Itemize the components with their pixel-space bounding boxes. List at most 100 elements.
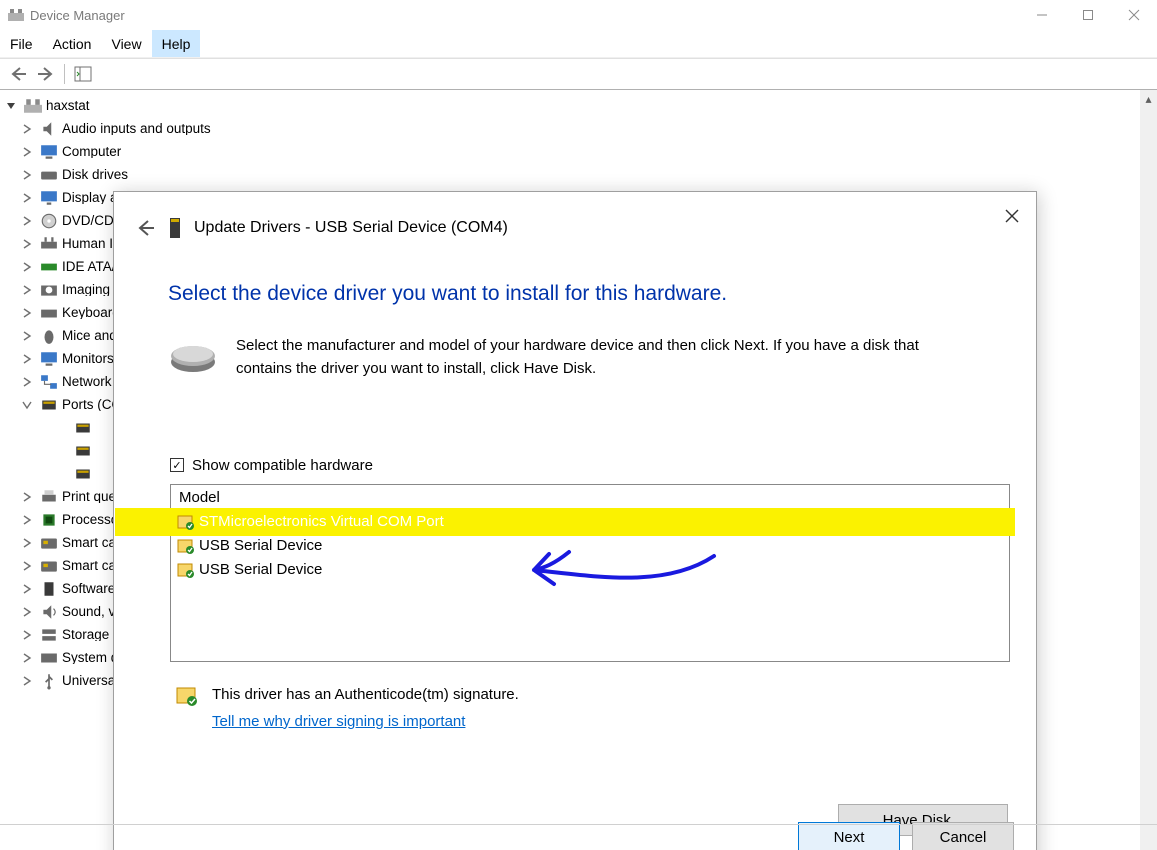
port-icon xyxy=(74,466,92,482)
dialog-back-button[interactable] xyxy=(134,217,156,239)
chevron-right-icon[interactable] xyxy=(22,146,34,158)
tree-item[interactable]: Disk drives xyxy=(2,163,1147,186)
menu-help[interactable]: Help xyxy=(152,30,201,57)
storage-icon xyxy=(40,627,58,643)
system-icon xyxy=(40,650,58,666)
maximize-button[interactable] xyxy=(1065,0,1111,30)
checkbox-icon: ✓ xyxy=(170,458,184,472)
chevron-right-icon[interactable] xyxy=(22,583,34,595)
computer-icon xyxy=(24,98,42,114)
chevron-right-icon[interactable] xyxy=(22,169,34,181)
chevron-right-icon[interactable] xyxy=(22,261,34,273)
model-item-selected[interactable]: STMicroelectronics Virtual COM Port xyxy=(171,510,1009,534)
tree-item[interactable]: Audio inputs and outputs xyxy=(2,117,1147,140)
disk-icon xyxy=(40,167,58,183)
window-title: Device Manager xyxy=(30,8,125,23)
driver-signed-icon xyxy=(176,686,198,706)
back-button[interactable] xyxy=(6,62,30,86)
sound-icon xyxy=(40,604,58,620)
chevron-right-icon[interactable] xyxy=(22,606,34,618)
chevron-right-icon[interactable] xyxy=(22,537,34,549)
smartcard-icon xyxy=(40,535,58,551)
chevron-right-icon[interactable] xyxy=(22,215,34,227)
signature-text: This driver has an Authenticode(tm) sign… xyxy=(212,686,519,703)
menu-view[interactable]: View xyxy=(101,30,151,57)
dialog-heading: Select the device driver you want to ins… xyxy=(114,240,1036,306)
chevron-right-icon[interactable] xyxy=(22,376,34,388)
chevron-right-icon[interactable] xyxy=(22,123,34,135)
software-icon xyxy=(40,581,58,597)
model-label: STMicroelectronics Virtual COM Port xyxy=(199,513,444,530)
model-label: USB Serial Device xyxy=(199,537,322,554)
dvd-icon xyxy=(40,213,58,229)
usb-icon xyxy=(40,673,58,689)
menu-action[interactable]: Action xyxy=(43,30,102,57)
tree-scrollbar[interactable]: ▴ xyxy=(1140,90,1157,850)
port-icon xyxy=(74,443,92,459)
tree-root[interactable]: haxstat xyxy=(2,94,1157,117)
update-driver-dialog: Update Drivers - USB Serial Device (COM4… xyxy=(113,191,1037,850)
chevron-right-icon[interactable] xyxy=(22,353,34,365)
chevron-right-icon[interactable] xyxy=(22,238,34,250)
device-manager-window: Device Manager File Action View Help hax… xyxy=(0,0,1157,850)
printer-icon xyxy=(40,489,58,505)
scroll-up-icon[interactable]: ▴ xyxy=(1140,90,1157,107)
tree-root-label: haxstat xyxy=(46,99,90,113)
tree-item-label: Disk drives xyxy=(62,168,128,182)
statusbar xyxy=(0,824,1157,850)
show-hide-button[interactable] xyxy=(71,62,95,86)
chevron-right-icon[interactable] xyxy=(22,560,34,572)
chevron-right-icon[interactable] xyxy=(22,399,34,411)
signing-info-link[interactable]: Tell me why driver signing is important xyxy=(212,713,519,730)
tree-item[interactable]: Computer xyxy=(2,140,1147,163)
chevron-right-icon[interactable] xyxy=(22,192,34,204)
port-icon xyxy=(40,397,58,413)
chevron-right-icon[interactable] xyxy=(22,514,34,526)
minimize-button[interactable] xyxy=(1019,0,1065,30)
tree-item-label: Audio inputs and outputs xyxy=(62,122,211,136)
hid-icon xyxy=(40,236,58,252)
ide-icon xyxy=(40,259,58,275)
hardware-icon xyxy=(168,334,218,374)
chevron-right-icon[interactable] xyxy=(22,330,34,342)
show-compatible-label: Show compatible hardware xyxy=(192,457,373,474)
audio-icon xyxy=(40,121,58,137)
forward-button[interactable] xyxy=(34,62,58,86)
chevron-right-icon[interactable] xyxy=(22,675,34,687)
tree-item-label: Monitors xyxy=(62,352,114,366)
model-column-header: Model xyxy=(171,485,1009,510)
content-area: haxstat Audio inputs and outputs Computer… xyxy=(0,90,1157,850)
model-item[interactable]: USB Serial Device xyxy=(171,534,1009,558)
driver-signed-icon xyxy=(177,562,195,578)
driver-signed-icon xyxy=(177,514,195,530)
model-item[interactable]: USB Serial Device xyxy=(171,558,1009,582)
device-icon xyxy=(166,216,184,240)
network-icon xyxy=(40,374,58,390)
mouse-icon xyxy=(40,328,58,344)
tree-item-label: Computer xyxy=(62,145,121,159)
dialog-close-button[interactable] xyxy=(1000,204,1024,228)
toolbar-separator xyxy=(64,64,65,84)
monitor-icon xyxy=(40,351,58,367)
app-icon xyxy=(8,7,24,23)
driver-signed-icon xyxy=(177,538,195,554)
port-icon xyxy=(74,420,92,436)
chevron-right-icon[interactable] xyxy=(22,491,34,503)
chevron-right-icon[interactable] xyxy=(22,652,34,664)
dialog-title: Update Drivers - USB Serial Device (COM4… xyxy=(194,219,508,237)
monitor-icon xyxy=(40,144,58,160)
chevron-right-icon[interactable] xyxy=(22,307,34,319)
chevron-down-icon[interactable] xyxy=(6,100,18,112)
model-label: USB Serial Device xyxy=(199,561,322,578)
chevron-right-icon[interactable] xyxy=(22,284,34,296)
menu-file[interactable]: File xyxy=(0,30,43,57)
close-button[interactable] xyxy=(1111,0,1157,30)
keyboard-icon xyxy=(40,305,58,321)
menubar: File Action View Help xyxy=(0,30,1157,58)
titlebar: Device Manager xyxy=(0,0,1157,30)
chevron-right-icon[interactable] xyxy=(22,629,34,641)
toolbar xyxy=(0,58,1157,90)
show-compatible-checkbox[interactable]: ✓ Show compatible hardware xyxy=(114,381,1036,478)
display-icon xyxy=(40,190,58,206)
model-listbox[interactable]: Model STMicroelectronics Virtual COM Por… xyxy=(170,484,1010,662)
